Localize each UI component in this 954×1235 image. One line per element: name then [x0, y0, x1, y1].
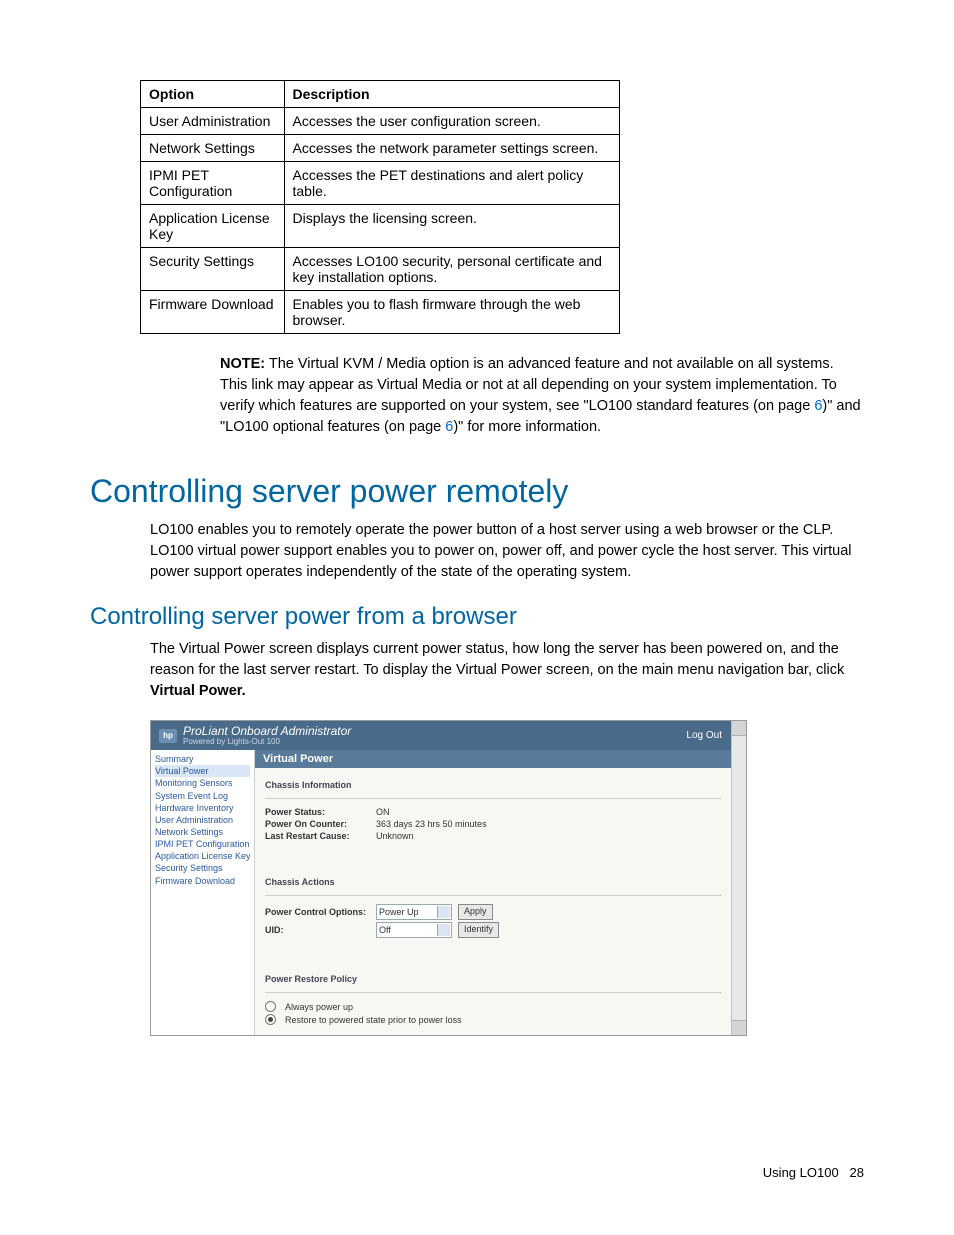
table-row: IPMI PET ConfigurationAccesses the PET d… [141, 162, 620, 205]
power-status-value: ON [376, 807, 390, 817]
table-row: Firmware DownloadEnables you to flash fi… [141, 291, 620, 334]
nav-item-security[interactable]: Security Settings [155, 862, 250, 874]
table-row: User AdministrationAccesses the user con… [141, 108, 620, 135]
scrollbar[interactable] [731, 721, 746, 1035]
nav-item-virtual-power[interactable]: Virtual Power [155, 765, 250, 777]
power-on-counter-label: Power On Counter: [265, 819, 370, 829]
nav-item-summary[interactable]: Summary [155, 753, 250, 765]
footer-page-number: 28 [850, 1165, 864, 1180]
last-restart-label: Last Restart Cause: [265, 831, 370, 841]
radio-icon [265, 1001, 276, 1012]
document-page: Option Description User AdministrationAc… [0, 0, 954, 1235]
heading-1: Controlling server power remotely [90, 473, 864, 510]
page-footer: Using LO100 28 [763, 1165, 864, 1180]
col-option: Option [141, 81, 285, 108]
app-header: hp ProLiant Onboard Administrator Powere… [151, 721, 746, 750]
paragraph: LO100 enables you to remotely operate th… [150, 520, 864, 583]
panel-title: Virtual Power [255, 750, 732, 768]
identify-button[interactable]: Identify [458, 922, 499, 938]
note-label: NOTE: [220, 356, 265, 372]
power-control-label: Power Control Options: [265, 907, 370, 917]
table-row: Security SettingsAccesses LO100 security… [141, 248, 620, 291]
radio-restore-state[interactable]: Restore to powered state prior to power … [265, 1014, 722, 1025]
col-description: Description [284, 81, 620, 108]
radio-icon [265, 1014, 276, 1025]
radio-always-power-up[interactable]: Always power up [265, 1001, 722, 1012]
logout-link[interactable]: Log Out [686, 730, 722, 741]
hp-logo-icon: hp [159, 729, 177, 743]
nav-item-firmware[interactable]: Firmware Download [155, 875, 250, 887]
main-panel: Virtual Power Chassis Information Power … [255, 750, 732, 1035]
nav-item-hardware[interactable]: Hardware Inventory [155, 802, 250, 814]
power-status-label: Power Status: [265, 807, 370, 817]
nav-item-monitoring[interactable]: Monitoring Sensors [155, 777, 250, 789]
section-chassis-actions: Chassis Actions [265, 877, 722, 887]
nav-item-license[interactable]: Application License Key [155, 850, 250, 862]
embedded-screenshot: hp ProLiant Onboard Administrator Powere… [150, 720, 747, 1036]
uid-select[interactable]: Off [376, 922, 452, 938]
apply-button[interactable]: Apply [458, 904, 493, 920]
note-text: The Virtual KVM / Media option is an adv… [220, 356, 837, 414]
brand-title: ProLiant Onboard Administrator [183, 725, 351, 737]
last-restart-value: Unknown [376, 831, 414, 841]
nav-item-user-admin[interactable]: User Administration [155, 814, 250, 826]
options-table: Option Description User AdministrationAc… [140, 80, 620, 334]
heading-2: Controlling server power from a browser [90, 603, 864, 631]
uid-label: UID: [265, 925, 370, 935]
nav-item-event-log[interactable]: System Event Log [155, 790, 250, 802]
power-on-counter-value: 363 days 23 hrs 50 minutes [376, 819, 487, 829]
brand-subtitle: Powered by Lights-Out 100 [183, 737, 351, 746]
table-row: Network SettingsAccesses the network par… [141, 135, 620, 162]
table-row: Application License KeyDisplays the lice… [141, 205, 620, 248]
brand: hp ProLiant Onboard Administrator Powere… [159, 725, 351, 746]
table-header-row: Option Description [141, 81, 620, 108]
nav-item-network[interactable]: Network Settings [155, 826, 250, 838]
footer-section: Using LO100 [763, 1165, 839, 1180]
section-power-restore: Power Restore Policy [265, 974, 722, 984]
power-control-select[interactable]: Power Up [376, 904, 452, 920]
section-chassis-info: Chassis Information [265, 780, 722, 790]
sidebar-nav: Summary Virtual Power Monitoring Sensors… [151, 750, 255, 1035]
note-text: )" for more information. [453, 419, 601, 435]
nav-item-ipmi[interactable]: IPMI PET Configuration [155, 838, 250, 850]
note-block: NOTE: The Virtual KVM / Media option is … [220, 354, 864, 438]
paragraph: The Virtual Power screen displays curren… [150, 639, 864, 702]
